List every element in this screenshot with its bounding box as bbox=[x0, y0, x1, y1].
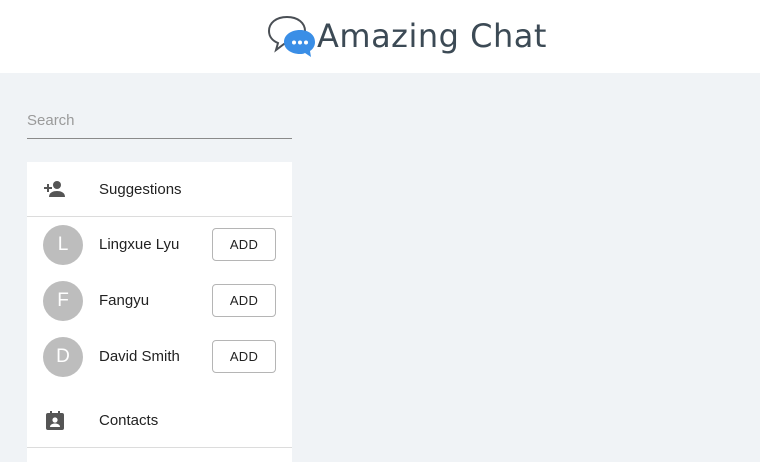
avatar: L bbox=[43, 225, 83, 265]
contact-card-icon bbox=[43, 409, 67, 433]
add-contact-button[interactable]: ADD bbox=[212, 228, 276, 261]
app-logo[interactable]: Amazing Chat bbox=[267, 12, 547, 60]
suggestion-name: Fangyu bbox=[99, 292, 150, 309]
add-contact-button[interactable]: ADD bbox=[212, 284, 276, 317]
suggestion-name: David Smith bbox=[99, 348, 180, 365]
sidebar-panel: Suggestions L Lingxue Lyu ADD F Fangyu A… bbox=[27, 162, 292, 462]
suggestion-name: Lingxue Lyu bbox=[99, 236, 180, 253]
avatar: D bbox=[43, 337, 83, 377]
search-input[interactable] bbox=[27, 102, 292, 139]
suggestions-label: Suggestions bbox=[99, 180, 182, 198]
app-title: Amazing Chat bbox=[317, 17, 547, 55]
suggestion-row: L Lingxue Lyu ADD bbox=[27, 217, 292, 273]
chat-bubbles-icon bbox=[267, 13, 317, 59]
avatar: F bbox=[43, 281, 83, 321]
app-header: Amazing Chat bbox=[0, 0, 760, 73]
person-add-icon bbox=[43, 177, 67, 201]
suggestion-row: D David Smith ADD bbox=[27, 329, 292, 385]
add-contact-button[interactable]: ADD bbox=[212, 340, 276, 373]
suggestions-header: Suggestions bbox=[27, 162, 292, 217]
contacts-header[interactable]: Contacts bbox=[27, 393, 292, 448]
contacts-label: Contacts bbox=[99, 411, 159, 429]
suggestion-row: F Fangyu ADD bbox=[27, 273, 292, 329]
